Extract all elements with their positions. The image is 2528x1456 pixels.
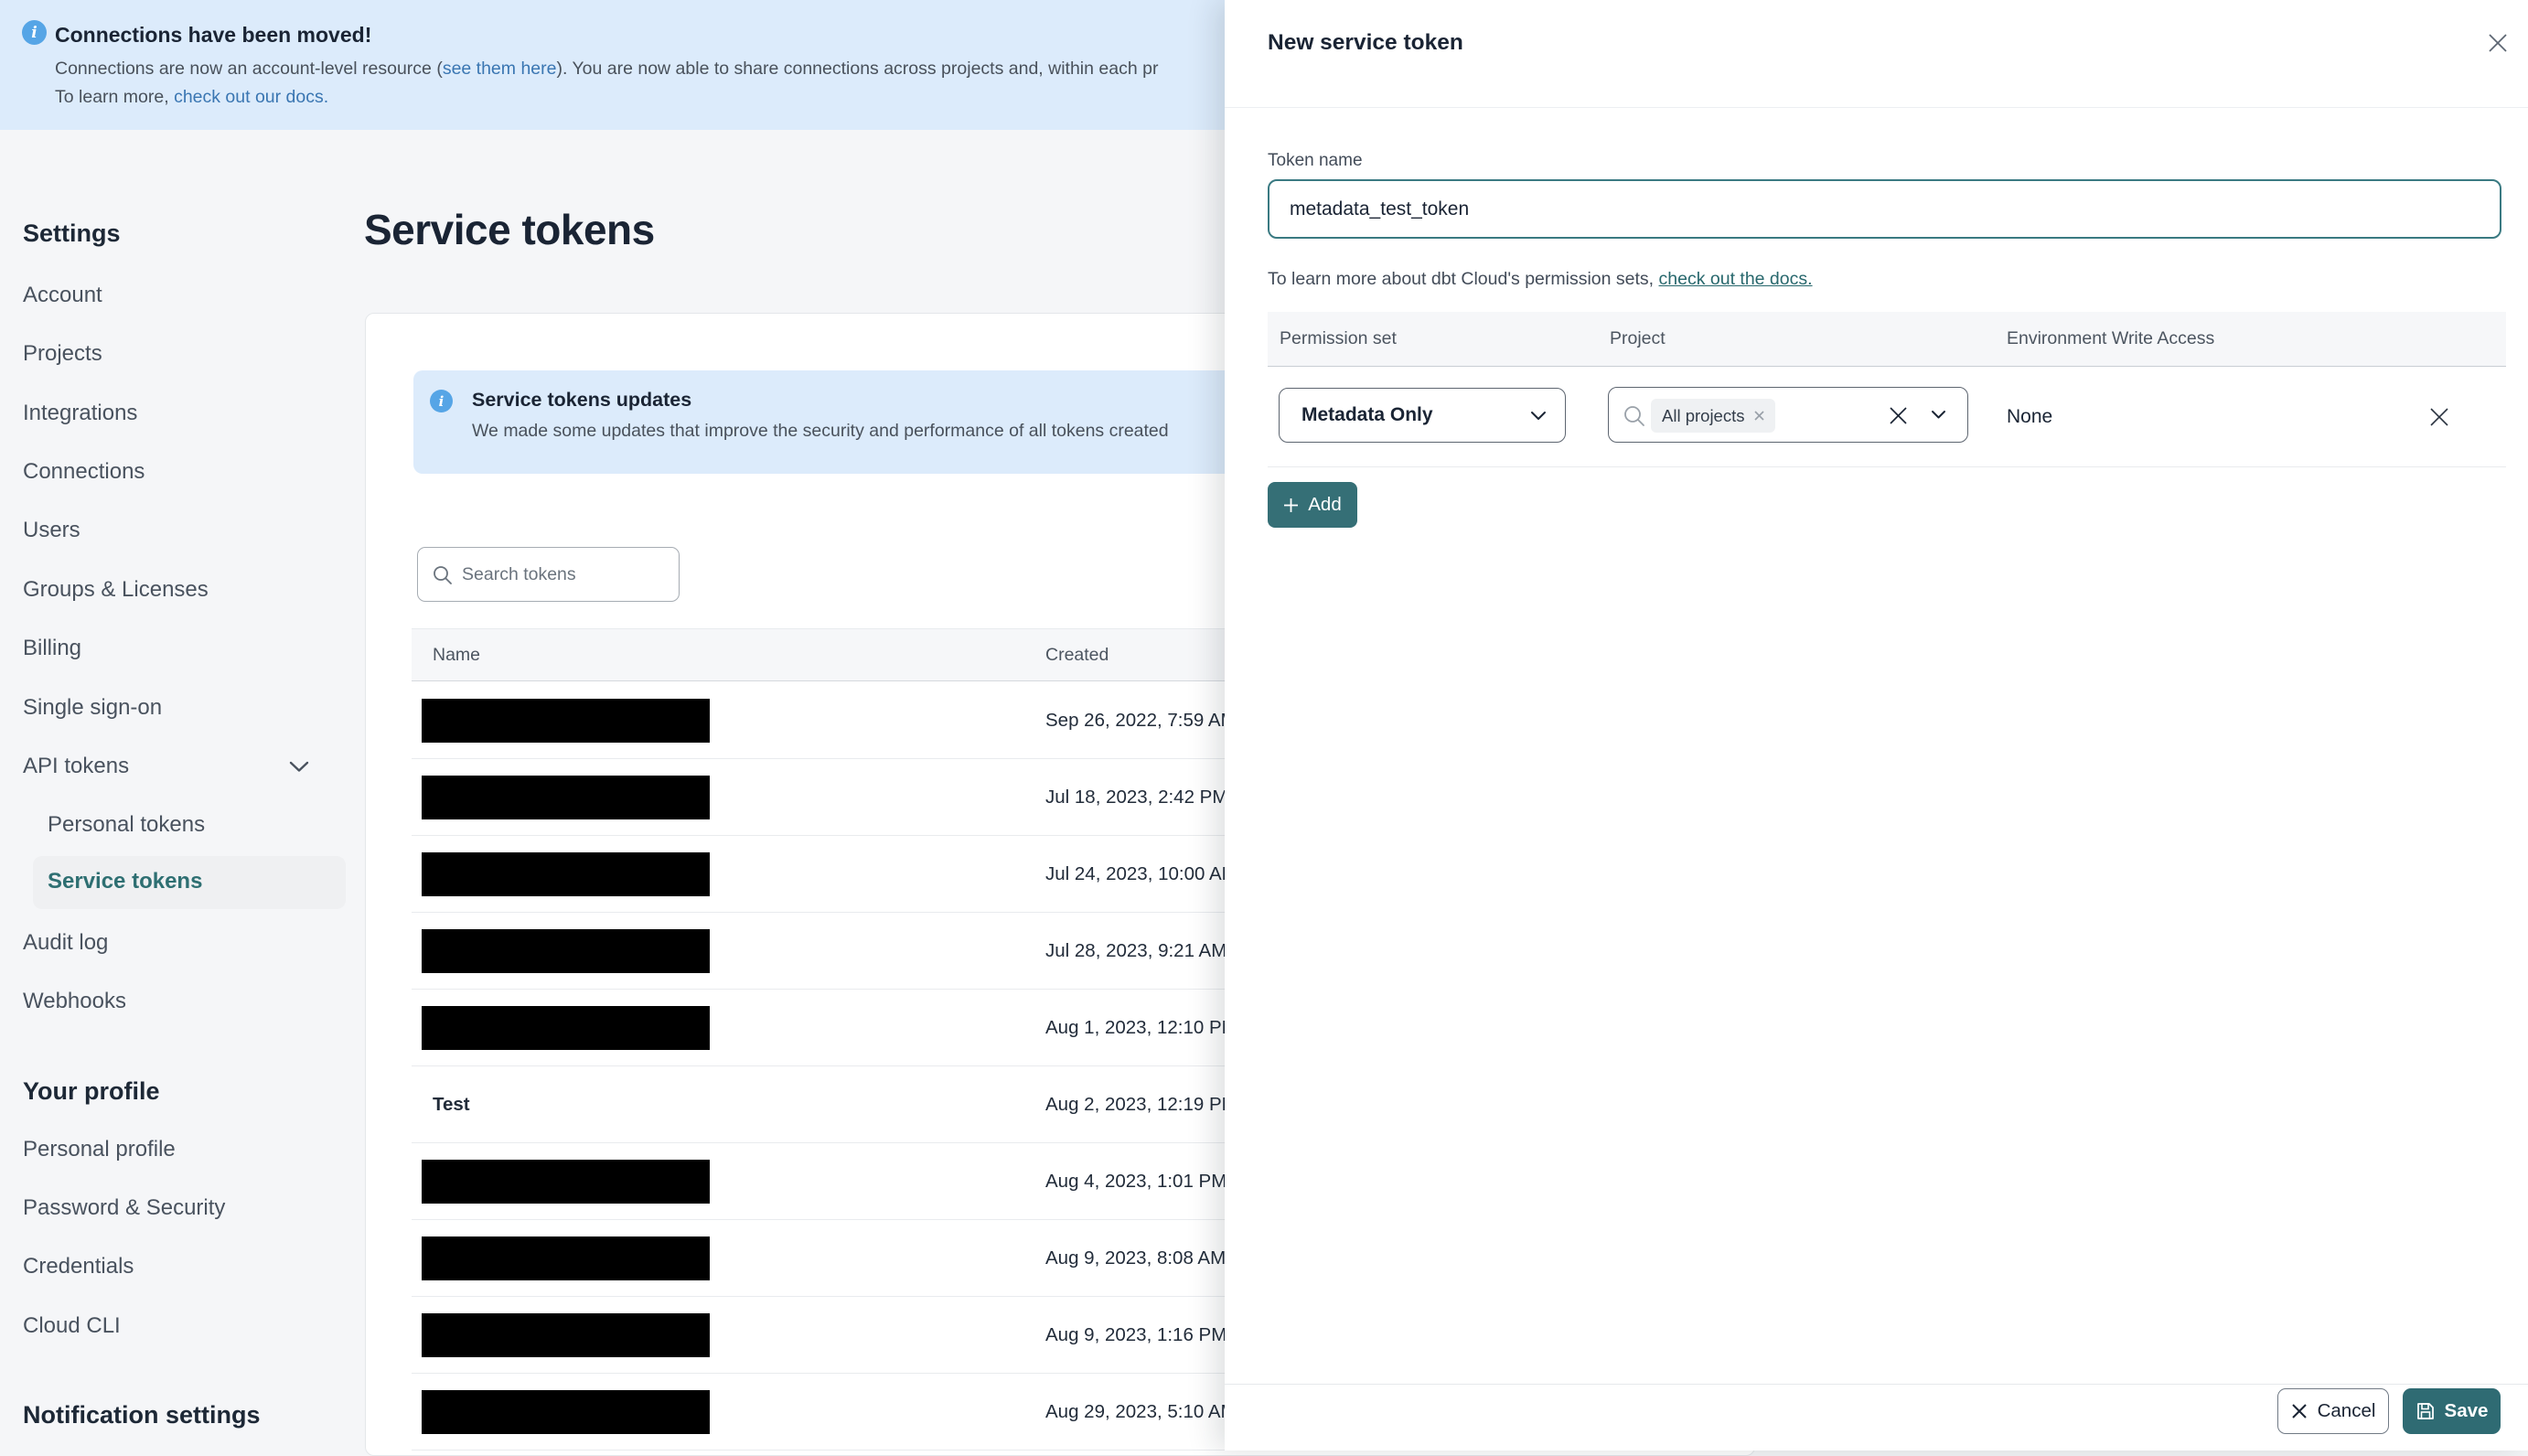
add-button-label: Add [1308,494,1342,515]
sidebar-item-service-tokens[interactable]: Service tokens [33,856,346,909]
redacted-token-name [422,1390,710,1434]
sidebar-item-password-security[interactable]: Password & Security [23,1195,225,1221]
sidebar-item-integrations[interactable]: Integrations [23,401,137,426]
clear-selection-icon[interactable] [1889,406,1908,425]
search-icon [1624,406,1644,426]
panel-title: New service token [1268,30,1463,55]
sidebar-item-connections[interactable]: Connections [23,459,145,485]
sidebar-item-account[interactable]: Account [23,283,102,308]
redacted-token-name [422,1237,710,1280]
sidebar-item-single-sign-on[interactable]: Single sign-on [23,695,162,721]
permission-helper-text: To learn more about dbt Cloud's permissi… [1268,269,1813,290]
banner-line1: Connections are now an account-level res… [55,59,1218,80]
sidebar-item-api-tokens[interactable]: API tokens [23,754,129,779]
redacted-token-name [422,776,710,819]
close-icon [2291,1404,2307,1419]
add-permission-button[interactable]: Add [1268,482,1357,528]
chevron-down-icon[interactable] [289,761,309,777]
search-input[interactable] [460,549,669,600]
infobox-title: Service tokens updates [472,389,692,411]
permission-row: Metadata Only All projects None [1268,367,2506,467]
token-created-date: Jul 28, 2023, 9:21 AM P [1045,940,1245,961]
chevron-down-icon[interactable] [1931,410,1946,420]
close-icon[interactable] [2487,32,2509,54]
remove-row-icon[interactable] [2429,407,2449,427]
infobox-body: We made some updates that improve the se… [472,421,1169,441]
chevron-down-icon [1531,412,1546,420]
sidebar-item-personal-tokens[interactable]: Personal tokens [48,812,205,838]
sidebar-item-groups-licenses[interactable]: Groups & Licenses [23,577,209,603]
cancel-button-label: Cancel [2317,1400,2376,1421]
redacted-token-name [422,1160,710,1204]
redacted-token-name [422,852,710,896]
redacted-token-name [422,1313,710,1357]
permission-set-value: Metadata Only [1301,404,1433,425]
sidebar-item-users[interactable]: Users [23,518,80,543]
banner-line1-text: Connections are now an account-level res… [55,59,443,79]
info-icon: i [22,20,47,45]
banner-line2: To learn more, check out our docs. [55,87,1218,108]
redacted-token-name [422,929,710,973]
cancel-button[interactable]: Cancel [2277,1388,2389,1434]
permission-set-select[interactable]: Metadata Only [1279,388,1566,443]
save-button-label: Save [2444,1400,2489,1421]
column-header-environment-write-access: Environment Write Access [2007,328,2215,348]
redacted-token-name [422,1006,710,1050]
sidebar-item-projects[interactable]: Projects [23,341,102,367]
environment-write-access-value: None [2007,406,2053,427]
column-header-created: Created [1045,645,1109,665]
token-created-date: Sep 26, 2022, 7:59 AM P [1045,710,1254,731]
token-name-input[interactable] [1268,179,2501,239]
your-profile-heading: Your profile [23,1077,160,1105]
check-out-the-docs-link[interactable]: check out the docs. [1659,269,1813,289]
info-icon: i [430,390,453,412]
permissions-grid-header: Permission set Project Environment Write… [1268,312,2506,367]
token-created-date: Jul 24, 2023, 10:00 AM [1045,863,1237,884]
helper-text: To learn more about dbt Cloud's permissi… [1268,269,1659,289]
save-icon [2416,1403,2434,1419]
token-created-date: Aug 2, 2023, 12:19 PM P [1045,1094,1256,1115]
search-icon [434,566,452,584]
all-projects-chip-label: All projects [1662,405,1745,425]
save-button[interactable]: Save [2403,1388,2501,1434]
sidebar-item-service-tokens-label: Service tokens [48,869,203,894]
sidebar-item-webhooks[interactable]: Webhooks [23,989,126,1014]
token-created-date: Aug 1, 2023, 12:10 PM P [1045,1017,1256,1038]
remove-chip-icon[interactable] [1754,411,1765,421]
sidebar-item-cloud-cli[interactable]: Cloud CLI [23,1313,121,1339]
banner-line1-suffix: ). You are now able to share connections… [556,59,1159,79]
notification-settings-heading: Notification settings [23,1401,261,1429]
sidebar-item-personal-profile[interactable]: Personal profile [23,1137,176,1162]
token-created-date: Aug 4, 2023, 1:01 PM P [1045,1171,1245,1192]
column-header-permission-set: Permission set [1280,328,1397,348]
settings-heading: Settings [23,219,121,247]
banner-line2-text: To learn more, [55,87,175,107]
column-header-project: Project [1610,328,1666,348]
redacted-token-name [422,699,710,743]
check-out-docs-link[interactable]: check out our docs. [174,87,328,107]
token-name: Test [433,1094,470,1115]
token-created-date: Jul 18, 2023, 2:42 PM P [1045,787,1246,808]
sidebar-item-credentials[interactable]: Credentials [23,1254,134,1279]
all-projects-chip: All projects [1651,399,1776,433]
page-title: Service tokens [364,206,655,253]
token-name-label: Token name [1268,151,1363,170]
banner-title: Connections have been moved! [55,23,372,47]
see-them-here-link[interactable]: see them here [443,59,557,79]
search-tokens-box [417,547,680,602]
token-created-date: Aug 9, 2023, 8:08 AM P [1045,1247,1244,1269]
token-created-date: Aug 29, 2023, 5:10 AM P [1045,1401,1254,1422]
token-created-date: Aug 9, 2023, 1:16 PM P [1045,1324,1245,1345]
sidebar-item-audit-log[interactable]: Audit log [23,930,108,956]
new-service-token-panel: New service token Token name To learn mo… [1225,0,2528,1451]
panel-header-divider [1225,107,2528,108]
panel-footer-divider [1225,1384,2528,1385]
column-header-name: Name [433,645,481,665]
project-multiselect[interactable]: All projects [1608,387,1968,443]
sidebar-item-billing[interactable]: Billing [23,636,81,661]
plus-icon [1284,498,1299,512]
